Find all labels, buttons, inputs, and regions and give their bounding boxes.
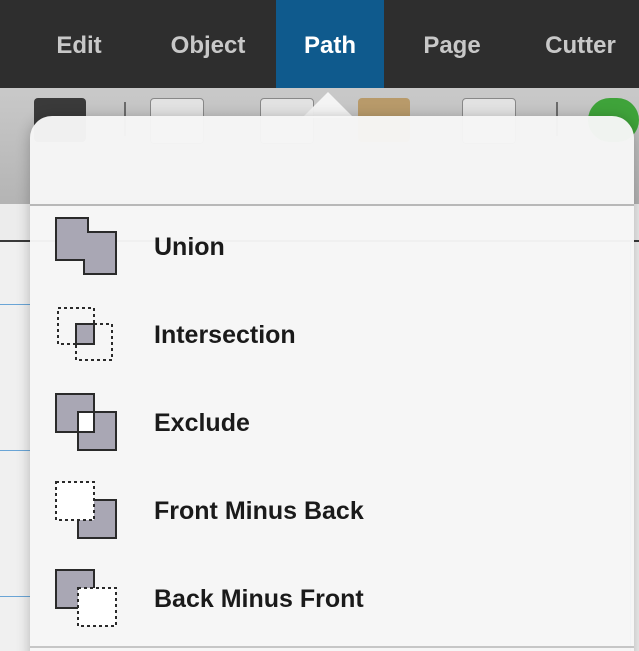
menu-item-back-minus-front[interactable]: Back Minus Front (30, 554, 634, 642)
top-menu-bar: Edit Object Path Page Cutter (0, 0, 639, 88)
union-icon (55, 217, 117, 275)
menu-item-label: Back Minus Front (154, 585, 364, 613)
menu-item-label: Front Minus Back (154, 497, 364, 525)
menu-cutter[interactable]: Cutter (522, 0, 639, 88)
guide-line (0, 304, 30, 305)
exclude-icon (55, 393, 117, 451)
menu-object[interactable]: Object (154, 0, 262, 88)
menu-item-intersection[interactable]: Intersection (30, 290, 634, 378)
front-minus-back-icon (55, 481, 117, 539)
menu-page[interactable]: Page (404, 0, 500, 88)
menu-item-label: Intersection (154, 321, 296, 349)
guide-line (0, 596, 30, 597)
menu-edit[interactable]: Edit (32, 0, 126, 88)
back-minus-front-icon (55, 569, 117, 627)
menu-item-exclude[interactable]: Exclude (30, 378, 634, 466)
menu-path[interactable]: Path (276, 0, 384, 88)
guide-line (0, 450, 30, 451)
menu-item-label: Union (154, 233, 225, 261)
popover-arrow (302, 92, 354, 118)
popover-divider (30, 646, 634, 648)
menu-item-union[interactable]: Union (30, 202, 634, 290)
menu-item-label: Exclude (154, 409, 250, 437)
menu-item-front-minus-back[interactable]: Front Minus Back (30, 466, 634, 554)
path-menu-popover: Union Intersection Exclude Front Minus B… (30, 116, 634, 651)
popover-header (30, 116, 634, 206)
intersection-icon (57, 307, 113, 361)
